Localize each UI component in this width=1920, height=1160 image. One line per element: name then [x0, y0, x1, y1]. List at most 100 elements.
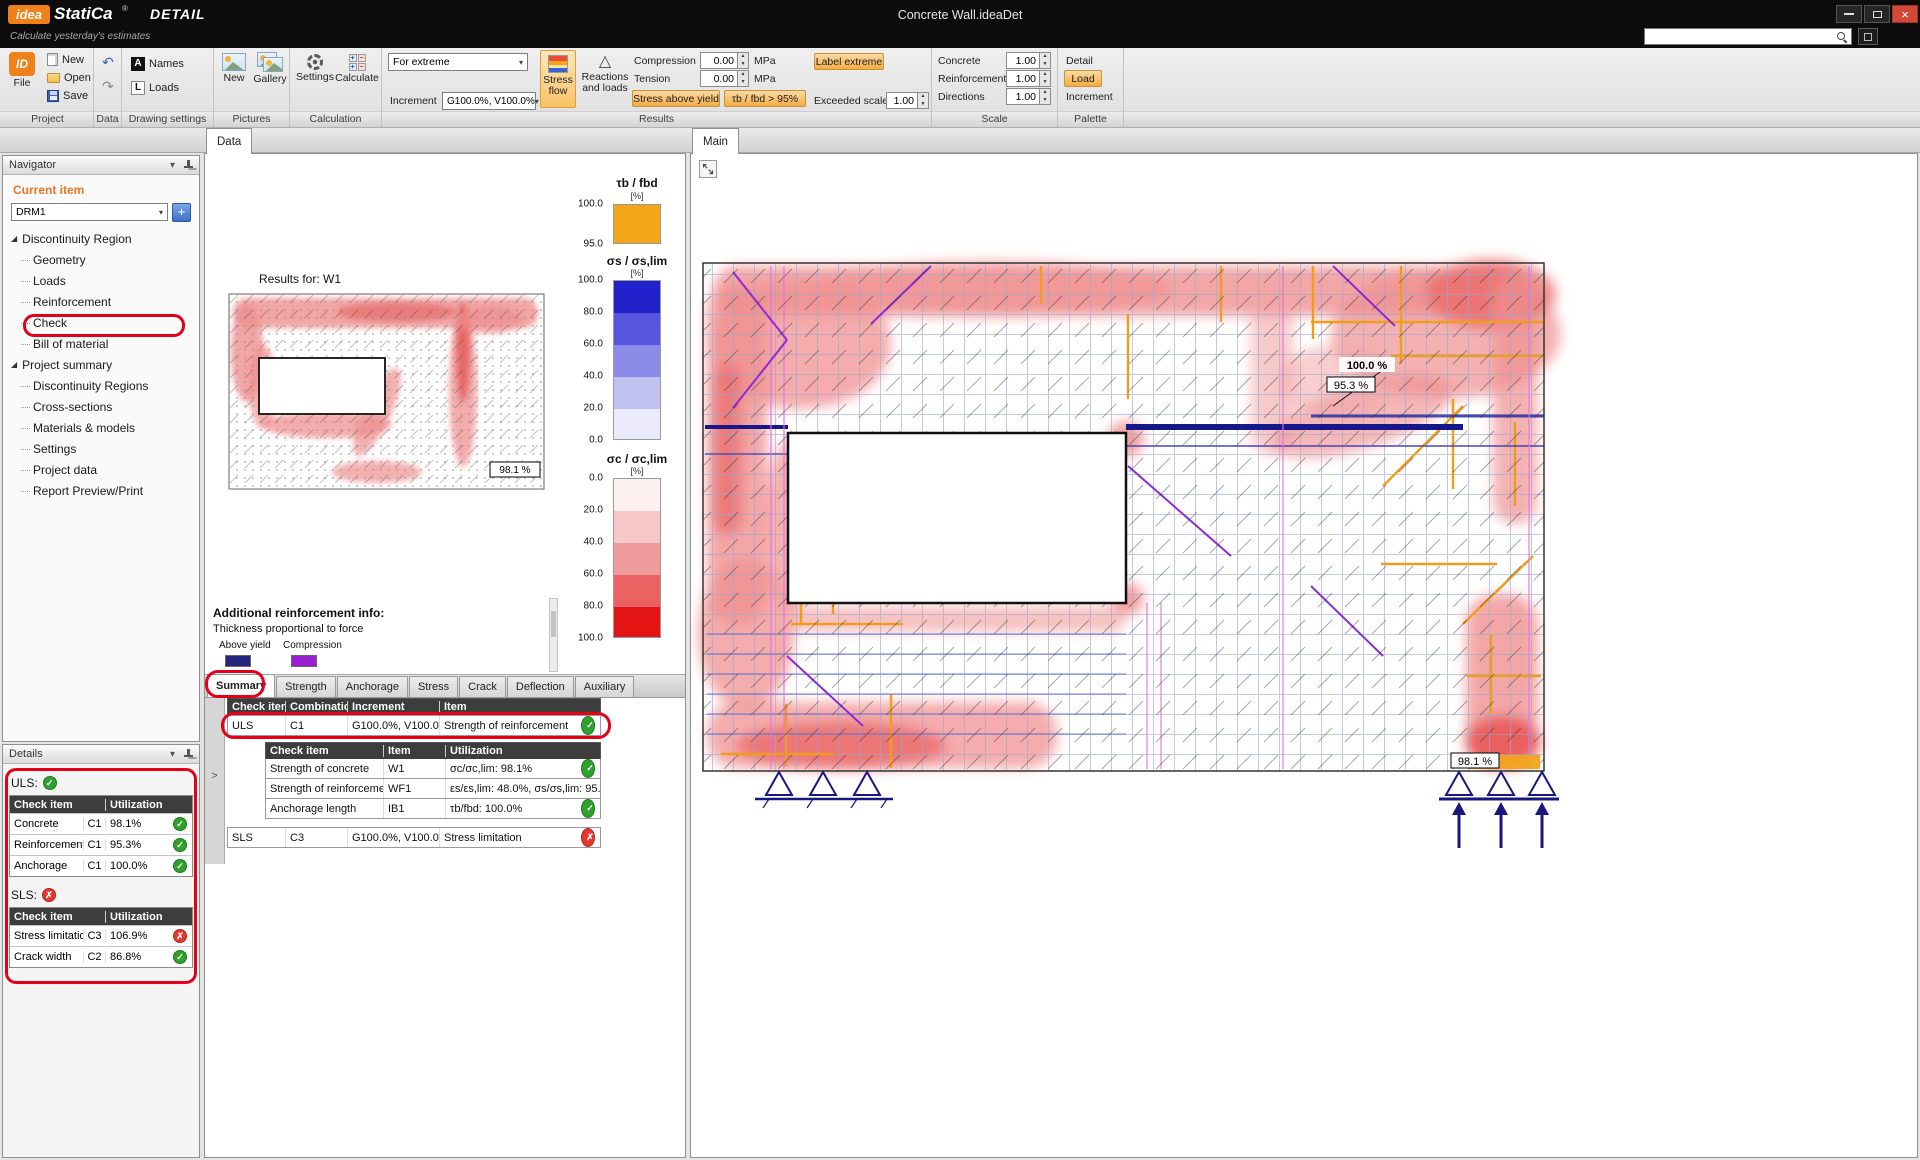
settings-button[interactable]: Settings [296, 54, 334, 83]
tab-deflection[interactable]: Deflection [507, 676, 574, 697]
tab-crack[interactable]: Crack [459, 676, 506, 697]
table-row-strength-of-reinforcement[interactable]: Strength of reinforcement WF1 εs/εs,lim:… [265, 779, 601, 799]
tree-expander-icon[interactable] [11, 360, 17, 369]
compression-spinner[interactable] [738, 52, 749, 69]
tab-main[interactable]: Main [692, 128, 739, 154]
scale-reinforcement-label: Reinforcement [938, 73, 1006, 85]
tb-fbd-button[interactable]: τb / fbd > 95% [724, 90, 806, 107]
label-extreme-button[interactable]: Label extreme [814, 53, 884, 70]
reactions-button[interactable]: Reactions and loads [580, 50, 630, 108]
search-options-button[interactable] [1858, 28, 1878, 45]
increment-select[interactable]: G100.0%, V100.0% [442, 92, 536, 110]
scale-directions-input[interactable] [1006, 88, 1040, 105]
tree-item-geometry[interactable]: Geometry [3, 249, 199, 270]
save-button[interactable]: Save [44, 87, 91, 104]
table-row-concrete[interactable]: Concrete C1 98.1% [10, 813, 192, 834]
tension-input[interactable] [700, 70, 738, 87]
table-row-reinforcement[interactable]: Reinforcement C1 95.3% [10, 834, 192, 855]
current-item-label: Current item [3, 183, 199, 199]
pin-icon[interactable] [183, 749, 193, 759]
legend-scrollbar[interactable] [549, 598, 558, 672]
pin-icon[interactable] [183, 160, 193, 170]
palette-option-load[interactable]: Load [1064, 70, 1102, 87]
table-row-anchorage-length[interactable]: Anchorage length IB1 τb/fbd: 100.0% [265, 799, 601, 819]
navigator-header[interactable]: Navigator [3, 156, 199, 175]
chevron-down-icon[interactable] [170, 749, 175, 760]
table-row-crack-width[interactable]: Crack width C2 86.8% [10, 946, 192, 967]
table-row-uls[interactable]: ULS C1 G100.0%, V100.0% Strength of rein… [227, 715, 601, 736]
loads-button[interactable]: Loads [128, 79, 182, 96]
tab-auxiliary[interactable]: Auxiliary [575, 676, 635, 697]
cell-item: Strength of reinforcement [444, 720, 568, 732]
expander-icon[interactable] [205, 770, 224, 782]
scale-reinforcement-input[interactable] [1006, 70, 1040, 87]
stress-flow-preview[interactable]: 98.1 % [227, 292, 547, 492]
tree-item-check[interactable]: Check [3, 312, 199, 333]
scale-concrete-input[interactable] [1006, 52, 1040, 69]
tree-item-settings[interactable]: Settings [3, 438, 199, 459]
exceeded-scale-input[interactable] [886, 92, 918, 109]
tree-item-project-summary[interactable]: Project summary [3, 354, 199, 375]
chevron-down-icon[interactable] [170, 160, 175, 171]
cell-check-item: Strength of reinforcement [266, 779, 384, 798]
tab-summary[interactable]: Summary [207, 674, 275, 697]
scale-reinforcement-spinner[interactable] [1040, 70, 1051, 87]
calculate-button[interactable]: Calculate [336, 54, 378, 84]
scrollbar-thumb[interactable] [551, 611, 556, 637]
exceeded-scale-spinner[interactable] [918, 92, 929, 109]
fit-view-button[interactable] [699, 160, 717, 178]
close-button[interactable]: × [1892, 5, 1918, 23]
gallery-button[interactable]: Gallery [254, 52, 286, 85]
names-button[interactable]: Names [128, 55, 187, 72]
stress-flow-button[interactable]: Stress flow [540, 50, 576, 108]
tab-data[interactable]: Data [206, 128, 252, 154]
details-header[interactable]: Details [3, 745, 199, 764]
table-row-strength-of-concrete[interactable]: Strength of concrete W1 σc/σc,lim: 98.1% [265, 759, 601, 779]
tree-item-loads[interactable]: Loads [3, 270, 199, 291]
redo-button[interactable] [99, 77, 117, 94]
stress-above-yield-button[interactable]: Stress above yield [632, 90, 720, 107]
search-icon[interactable] [1836, 31, 1848, 43]
extreme-select[interactable]: For extreme [388, 53, 528, 71]
details-body: ULS: Check item Utilization Concrete C1 … [3, 764, 199, 968]
search-input[interactable] [1645, 31, 1836, 43]
sls-table: Check item Utilization Stress limitation… [9, 907, 193, 968]
palette-option-detail[interactable]: Detail [1066, 55, 1093, 67]
scale-directions-spinner[interactable] [1040, 88, 1051, 105]
tab-anchorage[interactable]: Anchorage [337, 676, 408, 697]
table-row-sls[interactable]: SLS C3 G100.0%, V100.0% Stress limitatio… [227, 827, 601, 848]
legend-ss-bar [613, 280, 661, 440]
undo-button[interactable] [99, 53, 117, 70]
tab-stress[interactable]: Stress [409, 676, 458, 697]
tree-item-discontinuity-region[interactable]: Discontinuity Region [3, 228, 199, 249]
tree-item-report-preview-print[interactable]: Report Preview/Print [3, 480, 199, 501]
scale-concrete-spinner[interactable] [1040, 52, 1051, 69]
tension-spinner[interactable] [738, 70, 749, 87]
maximize-button[interactable] [1864, 5, 1890, 23]
tab-strength[interactable]: Strength [276, 676, 336, 697]
open-button[interactable]: Open [44, 69, 94, 86]
minimize-button[interactable] [1836, 5, 1862, 23]
stress-flow-label: Stress flow [541, 75, 575, 97]
tree-item-cross-sections[interactable]: Cross-sections [3, 396, 199, 417]
tree-expander-icon[interactable] [11, 234, 17, 243]
tree-item-bill-of-material[interactable]: Bill of material [3, 333, 199, 354]
sls-label: SLS: [11, 888, 37, 902]
table-row-stress-limitation[interactable]: Stress limitation C3 106.9% [10, 925, 192, 946]
tree-item-project-data[interactable]: Project data [3, 459, 199, 480]
palette-option-increment[interactable]: Increment [1066, 91, 1113, 103]
file-button[interactable]: File [6, 52, 38, 89]
tree-item-reinforcement[interactable]: Reinforcement [3, 291, 199, 312]
main-visualization[interactable]: 100.0 % 95.3 % 98.1 % [691, 154, 1918, 1158]
tree-item-materials-models[interactable]: Materials & models [3, 417, 199, 438]
compression-input[interactable] [700, 52, 738, 69]
tree-item-discontinuity-regions[interactable]: Discontinuity Regions [3, 375, 199, 396]
increment-select-value: G100.0%, V100.0% [447, 96, 535, 107]
new-picture-button[interactable]: New [219, 53, 249, 84]
current-item-select[interactable]: DRM1 [11, 203, 168, 221]
search-box[interactable] [1644, 28, 1852, 45]
add-item-button[interactable] [172, 203, 191, 222]
table-row-anchorage[interactable]: Anchorage C1 100.0% [10, 855, 192, 876]
new-button[interactable]: New [44, 51, 87, 68]
legend-tick: 100.0 [567, 633, 603, 644]
